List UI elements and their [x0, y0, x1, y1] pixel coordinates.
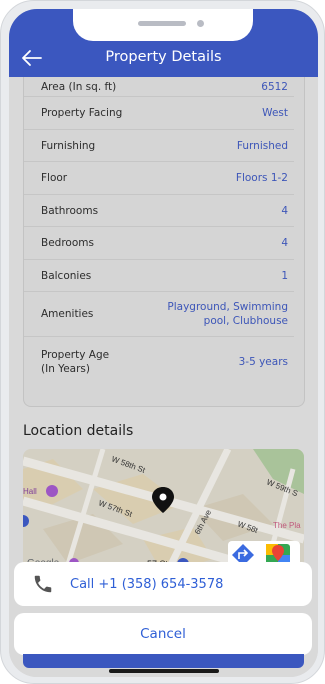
detail-row-bathrooms: Bathrooms 4 — [24, 195, 294, 227]
detail-label: Bathrooms — [41, 204, 99, 217]
detail-row-facing: Property Facing West — [24, 97, 294, 130]
detail-label: Furnishing — [41, 139, 96, 152]
speaker-icon — [138, 21, 186, 26]
detail-row-floor: Floor Floors 1-2 — [24, 162, 294, 195]
detail-label: Balconies — [41, 269, 92, 282]
detail-label: Property Facing — [41, 107, 123, 119]
phone-frame: Property Details Area (In sq. ft) 6512 P… — [0, 0, 325, 684]
camera-icon — [197, 20, 204, 27]
detail-value: Floors 1-2 — [235, 172, 288, 184]
detail-label: Property Age (In Years) — [41, 348, 109, 376]
detail-label: Bedrooms — [41, 237, 94, 249]
device-notch — [73, 9, 253, 41]
detail-value: West — [262, 107, 288, 119]
location-title: Location details — [23, 423, 134, 439]
detail-label: Floor — [41, 172, 68, 184]
detail-value-line: pool, Clubhouse — [203, 315, 288, 327]
detail-value: 4 — [281, 237, 288, 249]
detail-label: Area (In sq. ft) — [41, 80, 117, 93]
bottom-action-bar — [23, 654, 304, 668]
detail-value-line: Playground, Swimming — [167, 301, 288, 313]
detail-row-furnishing: Furnishing Furnished — [24, 130, 294, 162]
detail-row-balconies: Balconies 1 — [24, 260, 294, 292]
property-details-card: Area (In sq. ft) 6512 Property Facing We… — [23, 77, 305, 407]
detail-label: Amenities — [41, 308, 94, 320]
cancel-label: Cancel — [140, 626, 186, 642]
home-indicator — [109, 669, 219, 673]
detail-value: 4 — [281, 204, 288, 217]
detail-value: 1 — [281, 269, 288, 282]
detail-label-line: Property Age — [41, 349, 110, 361]
detail-row-bedrooms: Bedrooms 4 — [24, 227, 294, 260]
call-label: Call +1 (358) 654-3578 — [70, 576, 224, 592]
detail-row-age: Property Age (In Years) 3-5 years — [24, 337, 294, 387]
cancel-button[interactable]: Cancel — [14, 613, 312, 655]
map-label-hall: Hall — [23, 487, 37, 496]
detail-value: Furnished — [236, 139, 288, 152]
map-label-plaza: The Pla — [273, 521, 301, 530]
page-title: Property Details — [105, 49, 222, 65]
detail-value: Playground, Swimming pool, Clubhouse — [167, 300, 288, 328]
phone-icon — [34, 575, 52, 593]
detail-row-amenities: Amenities Playground, Swimming pool, Clu… — [24, 292, 294, 337]
detail-value: 6512 — [261, 80, 288, 93]
call-button[interactable]: Call +1 (358) 654-3578 — [14, 562, 312, 606]
detail-value: 3-5 years — [238, 356, 288, 368]
app-header: Property Details — [9, 9, 318, 77]
detail-label-line: (In Years) — [41, 363, 90, 375]
detail-row-area: Area (In sq. ft) 6512 — [24, 77, 294, 97]
screen: Property Details Area (In sq. ft) 6512 P… — [9, 9, 318, 677]
